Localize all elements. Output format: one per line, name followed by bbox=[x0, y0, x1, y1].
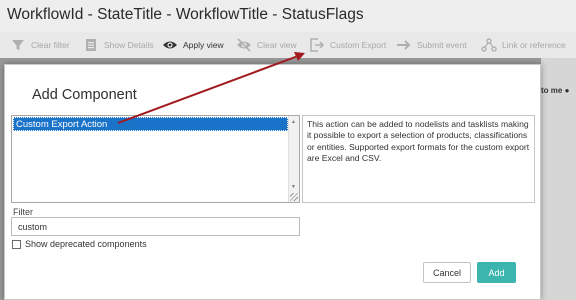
list-scrollbar[interactable]: ▲ ▼ bbox=[288, 116, 299, 202]
dialog-title: Add Component bbox=[32, 87, 137, 103]
submit-arrow-icon bbox=[396, 37, 412, 53]
show-deprecated-option[interactable]: Show deprecated components bbox=[12, 239, 147, 249]
apply-view-button[interactable]: Apply view bbox=[162, 36, 224, 54]
component-description: This action can be added to nodelists an… bbox=[302, 115, 535, 203]
scroll-down-icon[interactable]: ▼ bbox=[291, 184, 296, 190]
add-button[interactable]: Add bbox=[477, 262, 516, 283]
filter-icon bbox=[10, 37, 26, 53]
details-icon bbox=[83, 37, 99, 53]
scroll-up-icon[interactable]: ▲ bbox=[291, 119, 296, 125]
eye-off-icon bbox=[236, 37, 252, 53]
filter-input[interactable] bbox=[11, 217, 300, 236]
clear-view-button[interactable]: Clear view bbox=[236, 36, 297, 54]
filter-label: Filter bbox=[13, 207, 33, 217]
clear-view-label: Clear view bbox=[257, 40, 297, 50]
apply-view-label: Apply view bbox=[183, 40, 224, 50]
link-reference-label: Link or reference bbox=[502, 40, 566, 50]
component-list[interactable]: Custom Export Action ▲ ▼ bbox=[11, 115, 300, 203]
show-deprecated-checkbox[interactable] bbox=[12, 239, 21, 249]
component-list-item[interactable]: Custom Export Action bbox=[13, 117, 288, 131]
eye-icon bbox=[162, 37, 178, 53]
custom-export-button[interactable]: Custom Export bbox=[309, 36, 386, 54]
link-reference-button[interactable]: Link or reference bbox=[481, 36, 566, 54]
toolbar: Clear filter Show Details Apply view Cle… bbox=[0, 32, 576, 58]
show-details-button[interactable]: Show Details bbox=[83, 36, 154, 54]
show-details-label: Show Details bbox=[104, 40, 154, 50]
window-title: WorkflowId - StateTitle - WorkflowTitle … bbox=[7, 6, 364, 23]
background-text: to me ● bbox=[541, 86, 570, 95]
submit-event-button[interactable]: Submit event bbox=[396, 36, 467, 54]
title-bar: WorkflowId - StateTitle - WorkflowTitle … bbox=[0, 0, 576, 32]
link-icon bbox=[481, 37, 497, 53]
cancel-button[interactable]: Cancel bbox=[423, 262, 471, 283]
add-component-dialog: Add Component Custom Export Action ▲ ▼ T… bbox=[4, 64, 541, 300]
clear-filter-label: Clear filter bbox=[31, 40, 70, 50]
submit-event-label: Submit event bbox=[417, 40, 467, 50]
export-icon bbox=[309, 37, 325, 53]
clear-filter-button[interactable]: Clear filter bbox=[10, 36, 70, 54]
custom-export-label: Custom Export bbox=[330, 40, 387, 50]
resize-grip-icon[interactable] bbox=[290, 193, 298, 201]
show-deprecated-label: Show deprecated components bbox=[25, 239, 147, 249]
